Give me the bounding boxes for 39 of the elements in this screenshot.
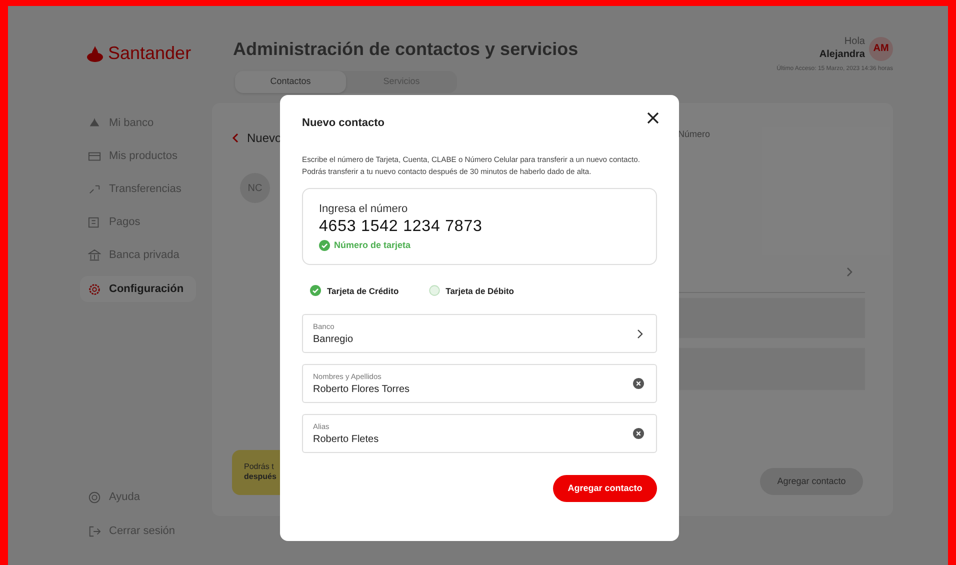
check-circle-icon — [319, 240, 330, 252]
transfer-icon — [88, 182, 101, 196]
close-icon[interactable] — [647, 112, 659, 124]
validation-text: Número de tarjeta — [334, 239, 411, 252]
field-value: 4653 1542 1234 7873 — [319, 217, 484, 237]
greeting-text: Hola — [844, 36, 865, 48]
modal-title: Nuevo contacto — [302, 116, 385, 131]
settings-icon — [88, 282, 101, 296]
page-title: Administración de contactos y servicios — [233, 38, 578, 61]
user-name: Alejandra — [819, 48, 865, 61]
check-circle-icon — [310, 285, 321, 296]
sidebar-item[interactable]: Configuración — [80, 276, 196, 302]
number-input-field[interactable]: Ingresa el número 4653 1542 1234 7873 Número de tarjeta — [302, 188, 657, 264]
note-text: después — [244, 472, 278, 482]
field-label: Ingresa el número — [319, 202, 409, 216]
flame-logo-icon — [86, 46, 104, 62]
field-value: Roberto Flores Torres — [313, 382, 410, 397]
brand-logo-text: Santander — [108, 42, 192, 65]
column-label: Número — [678, 128, 710, 141]
card-type-radio[interactable]: Tarjeta de Débito — [428, 284, 514, 298]
field-value: Banregio — [313, 332, 354, 347]
bank-icon — [88, 248, 101, 262]
card-type-radio[interactable]: Tarjeta de Crédito — [310, 284, 399, 298]
chevron-right-icon — [636, 328, 644, 339]
add-contact-button[interactable]: Agregar contacto — [553, 475, 657, 502]
note-text: Podrás t — [244, 462, 275, 472]
card-icon — [88, 150, 101, 162]
clear-icon[interactable] — [633, 378, 644, 390]
receipt-icon — [88, 216, 101, 228]
logout-icon — [88, 524, 101, 538]
tab[interactable]: Contactos — [235, 71, 346, 93]
help-icon — [88, 490, 101, 504]
field-value: Roberto Fletes — [313, 432, 379, 447]
back-chevron-icon[interactable] — [232, 133, 239, 143]
chevron-right-icon — [846, 266, 853, 276]
add-contact-button[interactable]: Agregar contacto — [760, 468, 863, 495]
clear-icon[interactable] — [633, 428, 644, 440]
user-avatar[interactable]: AM — [869, 36, 893, 60]
radio-circle-icon — [428, 285, 440, 296]
